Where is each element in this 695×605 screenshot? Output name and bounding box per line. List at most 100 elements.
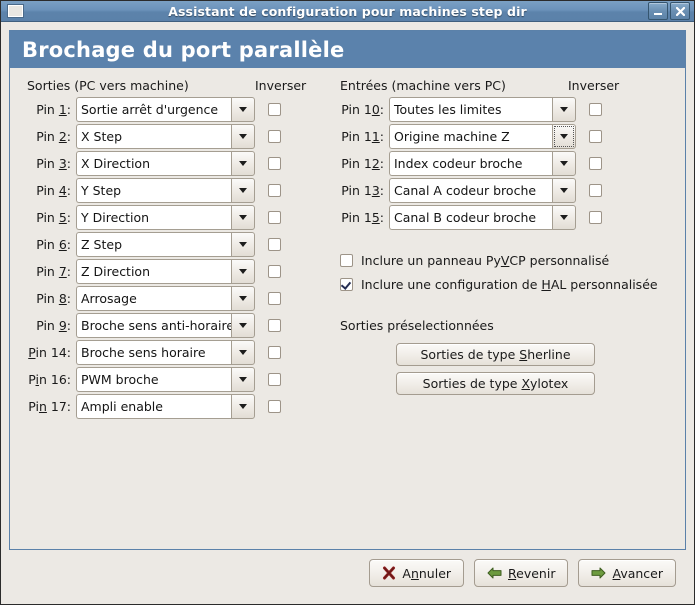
nuler-button[interactable]: Annuler [369,559,465,587]
pin-function-value[interactable]: Broche sens horaire [76,340,231,365]
chevron-down-icon[interactable] [231,97,255,122]
invert-checkbox[interactable] [589,130,602,143]
pin-function-value[interactable]: Y Step [76,178,231,203]
invert-checkbox[interactable] [268,184,281,197]
invert-checkbox[interactable] [268,238,281,251]
option-label[interactable]: Inclure un panneau PyVCP personnalisé [361,253,609,268]
pin-function-value[interactable]: Origine machine Z [389,124,552,149]
pin-row: Pin 16: PWM broche [27,367,306,392]
invert-checkbox[interactable] [268,157,281,170]
chevron-down-icon[interactable] [231,124,255,149]
chevron-down-icon[interactable] [552,124,576,149]
invert-checkbox[interactable] [268,211,281,224]
invert-checkbox[interactable] [268,130,281,143]
outputs-rows: Pin 1: Sortie arrêt d'urgence Pin 2: X Step… [27,97,306,419]
pin-label: Pin 16: [28,372,71,387]
pin-function-combobox[interactable]: Broche sens anti-horaire [76,313,255,338]
pin-function-value[interactable]: Canal A codeur broche [389,178,552,203]
invert-checkbox[interactable] [589,103,602,116]
preset-output-button[interactable]: Sorties de type Xylotex [396,372,595,395]
pin-function-combobox[interactable]: PWM broche [76,367,255,392]
pin-function-combobox[interactable]: Ampli enable [76,394,255,419]
pin-function-combobox[interactable]: Toutes les limites [389,97,576,122]
window-menu-icon[interactable] [7,4,24,18]
pin-function-value[interactable]: Y Direction [76,205,231,230]
pin-function-combobox[interactable]: Z Direction [76,259,255,284]
pin-function-combobox[interactable]: Y Step [76,178,255,203]
arrow-right-icon [591,567,606,579]
invert-checkbox[interactable] [268,319,281,332]
chevron-down-icon[interactable] [231,286,255,311]
invert-checkbox[interactable] [268,103,281,116]
evenir-button[interactable]: Revenir [474,559,569,587]
invert-checkbox[interactable] [589,157,602,170]
option-checkbox[interactable] [340,254,353,267]
option-row[interactable]: Inclure un panneau PyVCP personnalisé [340,253,658,268]
pin-function-value[interactable]: PWM broche [76,367,231,392]
pin-function-combobox[interactable]: Y Direction [76,205,255,230]
preset-output-button[interactable]: Sorties de type Sherline [396,343,595,366]
chevron-down-icon[interactable] [231,232,255,257]
pin-function-combobox[interactable]: Z Step [76,232,255,257]
invert-checkbox[interactable] [268,346,281,359]
chevron-down-icon[interactable] [231,367,255,392]
options-group: Inclure un panneau PyVCP personnalisé Inc… [340,253,658,292]
pin-function-combobox[interactable]: Arrosage [76,286,255,311]
pin-function-combobox[interactable]: Index codeur broche [389,151,576,176]
chevron-down-icon[interactable] [552,205,576,230]
pin-function-combobox[interactable]: Origine machine Z [389,124,576,149]
pin-label: Pin 15: [341,210,384,225]
pin-function-value[interactable]: Broche sens anti-horaire [76,313,231,338]
content-panel: Brochage du port parallèle Sorties (PC v… [9,30,686,550]
presets-section-title: Sorties préselectionnées [340,318,494,333]
inputs-rows: Pin 10: Toutes les limites Pin 11: Origine … [340,97,658,230]
pin-row: Pin 14: Broche sens horaire [27,340,306,365]
pin-function-value[interactable]: Arrosage [76,286,231,311]
dialog-footer: Annuler Revenir Avancer [9,550,686,596]
pin-function-value[interactable]: Ampli enable [76,394,231,419]
invert-checkbox[interactable] [268,400,281,413]
pin-function-value[interactable]: X Step [76,124,231,149]
pin-row: Pin 11: Origine machine Z [340,124,658,149]
pin-function-combobox[interactable]: X Step [76,124,255,149]
option-row[interactable]: Inclure une configuration de HAL personn… [340,277,658,292]
pin-function-combobox[interactable]: X Direction [76,151,255,176]
pin-row: Pin 10: Toutes les limites [340,97,658,122]
pin-function-combobox[interactable]: Canal A codeur broche [389,178,576,203]
close-button[interactable] [670,2,690,20]
pin-function-value[interactable]: Index codeur broche [389,151,552,176]
chevron-down-icon[interactable] [231,151,255,176]
chevron-down-icon[interactable] [231,259,255,284]
chevron-down-icon[interactable] [231,313,255,338]
chevron-down-icon[interactable] [552,97,576,122]
pin-function-value[interactable]: Toutes les limites [389,97,552,122]
chevron-down-icon[interactable] [552,178,576,203]
option-checkbox[interactable] [340,278,353,291]
chevron-down-icon[interactable] [231,205,255,230]
pin-function-combobox[interactable]: Broche sens horaire [76,340,255,365]
pin-function-value[interactable]: X Direction [76,151,231,176]
pin-function-value[interactable]: Z Direction [76,259,231,284]
chevron-down-icon[interactable] [231,178,255,203]
pin-function-value[interactable]: Sortie arrêt d'urgence [76,97,231,122]
invert-checkbox[interactable] [268,292,281,305]
pin-row: Pin 5: Y Direction [27,205,306,230]
option-label[interactable]: Inclure une configuration de HAL personn… [361,277,658,292]
pin-function-value[interactable]: Canal B codeur broche [389,205,552,230]
chevron-down-icon[interactable] [552,151,576,176]
preset-buttons: Sorties de type Sherline Sorties de type … [396,343,658,395]
invert-checkbox[interactable] [589,211,602,224]
outputs-inverser-label: Inverser [255,78,307,93]
invert-checkbox[interactable] [268,265,281,278]
chevron-down-icon[interactable] [231,340,255,365]
minimize-button[interactable] [648,2,668,20]
pin-label: Pin 12: [341,156,384,171]
chevron-down-icon[interactable] [231,394,255,419]
pin-function-value[interactable]: Z Step [76,232,231,257]
form-content: Sorties (PC vers machine) Inverser Pin 1… [10,68,685,549]
invert-checkbox[interactable] [589,184,602,197]
invert-checkbox[interactable] [268,373,281,386]
pin-function-combobox[interactable]: Canal B codeur broche [389,205,576,230]
pin-function-combobox[interactable]: Sortie arrêt d'urgence [76,97,255,122]
vancer-button[interactable]: Avancer [578,559,676,587]
